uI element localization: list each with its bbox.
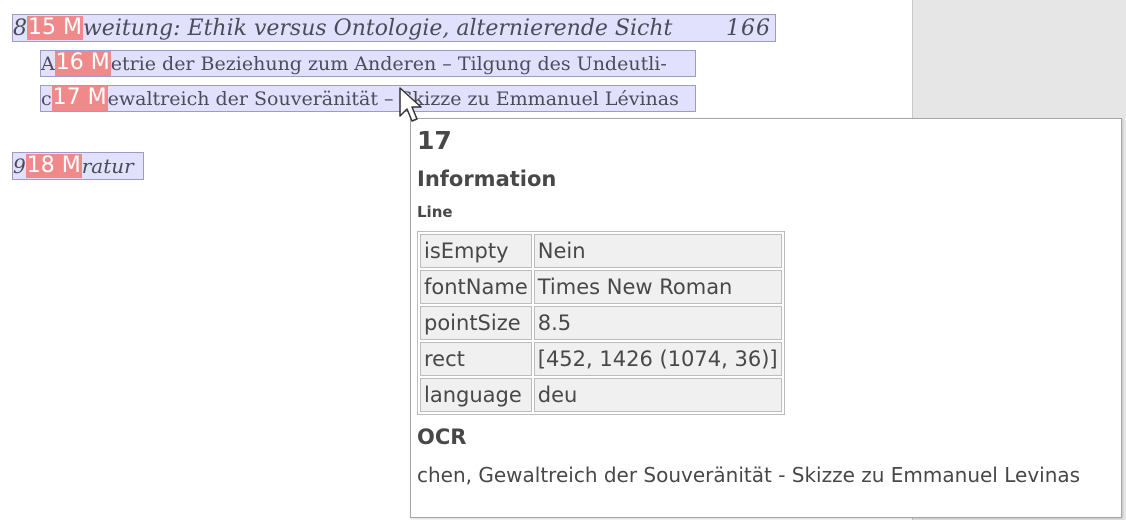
page-number: 166 [726,15,771,41]
ocr-line-15[interactable]: 8 15 M weitung: Ethik versus Ontologie, … [12,14,776,42]
line-text: ratur [81,154,134,178]
property-key: rect [420,342,532,376]
line-number-badge: 18 M [25,152,82,179]
mouse-pointer-icon [399,87,422,122]
property-value: 8.5 [533,306,782,340]
property-key: fontName [420,270,532,304]
property-value: deu [533,378,782,412]
ocr-line-16[interactable]: A 16 M etrie der Beziehung zum Anderen –… [40,50,696,77]
table-row: rect [452, 1426 (1074, 36)] [420,342,782,376]
line-number-badge: 16 M [54,50,111,76]
line-number-badge: 15 M [27,14,83,41]
table-row: language deu [420,378,782,412]
ocr-heading: OCR [417,425,467,449]
line-prefix: 9 [13,154,26,178]
info-heading: Information [417,167,557,191]
info-title: 17 [417,126,452,155]
table-row: isEmpty Nein [420,234,782,268]
property-value: Nein [533,234,782,268]
properties-table: isEmpty Nein fontName Times New Roman po… [417,231,785,415]
info-subheading: Line [417,203,453,221]
property-value: Times New Roman [533,270,782,304]
ocr-line-18[interactable]: 9 18 M ratur [12,152,144,180]
ocr-line-17[interactable]: c 17 M ewaltreich der Souveränität – Ski… [40,85,696,112]
line-number-badge: 17 M [51,85,108,111]
line-info-tooltip: 17 Information Line isEmpty Nein fontNam… [410,118,1122,518]
property-value: [452, 1426 (1074, 36)] [533,342,782,376]
line-text: etrie der Beziehung zum Anderen – Tilgun… [110,52,667,75]
property-key: isEmpty [420,234,532,268]
property-key: language [420,378,532,412]
line-text: ewaltreich der Souveränität – Skizze zu … [107,87,679,110]
line-prefix: A [41,52,55,75]
table-row: fontName Times New Roman [420,270,782,304]
table-row: pointSize 8.5 [420,306,782,340]
line-prefix: 8 [13,15,27,41]
line-prefix: c [41,87,52,110]
line-text: weitung: Ethik versus Ontologie, alterni… [82,15,673,41]
ocr-viewer: 8 15 M weitung: Ethik versus Ontologie, … [0,0,1126,520]
ocr-text: chen, Gewaltreich der Souveränität - Ski… [417,463,1081,487]
property-key: pointSize [420,306,532,340]
